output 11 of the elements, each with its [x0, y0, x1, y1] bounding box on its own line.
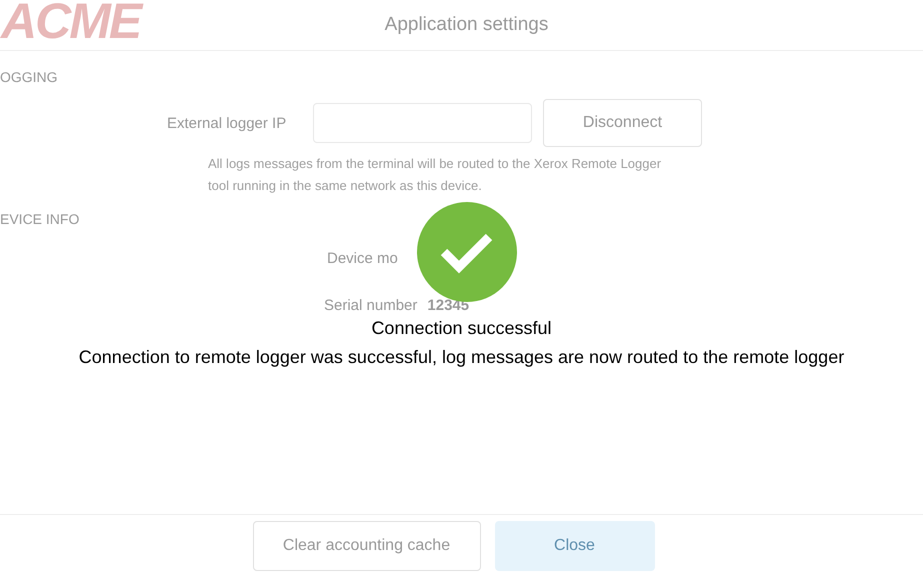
clear-cache-button[interactable]: Clear accounting cache	[252, 521, 480, 571]
notification-message: Connection to remote logger was successful, log messages are now routed to the remote logger	[78, 347, 844, 368]
section-heading: OGGING	[0, 69, 59, 85]
field-label: External logger IP	[167, 114, 288, 132]
close-button[interactable]: Close	[494, 521, 654, 571]
field-label: Serial number	[324, 297, 418, 314]
logging-description: All logs messages from the terminal will be routed to the Xerox Remote Logger tool running in the same network as this device.	[208, 155, 662, 195]
disconnect-button[interactable]: Disconnect	[543, 99, 702, 147]
section-heading: EVICE INFO	[0, 211, 80, 227]
field-label: Device mo	[327, 250, 398, 267]
window-title: Application settings	[384, 14, 548, 36]
